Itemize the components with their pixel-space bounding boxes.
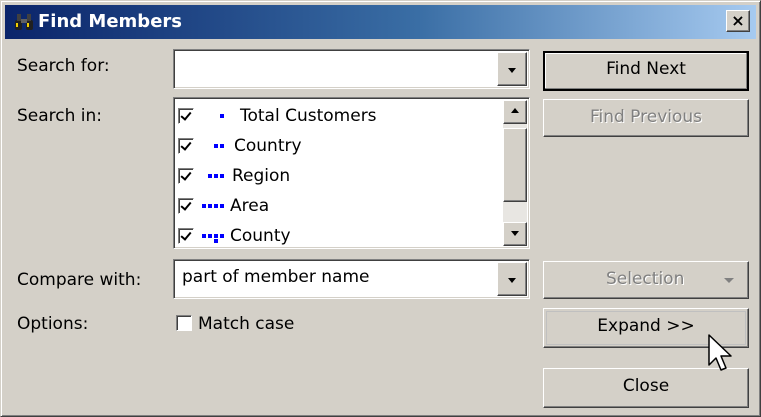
options-label: Options:: [17, 314, 89, 334]
scroll-down-icon[interactable]: [503, 222, 527, 246]
mouse-pointer-icon: [708, 334, 732, 371]
compare-with-value: part of member name: [182, 267, 370, 287]
chevron-down-icon: [724, 278, 734, 283]
level-checkbox[interactable]: [178, 168, 194, 184]
match-case-box[interactable]: [176, 315, 192, 331]
close-label: Close: [622, 376, 670, 396]
chevron-down-icon[interactable]: [497, 52, 527, 86]
find-members-dialog: Find Members × Search for: Search in: To…: [0, 0, 761, 417]
compare-with-dropdown[interactable]: part of member name: [173, 259, 530, 299]
level-label: Country: [234, 136, 302, 156]
search-for-combobox[interactable]: [173, 49, 530, 89]
binoculars-icon: [15, 14, 33, 30]
find-next-label: Find Next: [606, 59, 686, 79]
search-in-list[interactable]: Total Customers Country Region Area County: [173, 97, 530, 249]
close-icon: ×: [731, 11, 745, 30]
window-title: Find Members: [38, 11, 182, 32]
find-previous-label: Find Previous: [589, 107, 703, 127]
level-label: Total Customers: [240, 106, 377, 126]
level-checkbox[interactable]: [178, 198, 194, 214]
match-case-label: Match case: [198, 314, 295, 334]
level-label: Region: [232, 166, 291, 186]
level-checkbox[interactable]: [178, 138, 194, 154]
selection-label: Selection: [606, 269, 685, 289]
find-next-button[interactable]: Find Next: [543, 51, 749, 91]
match-case-checkbox[interactable]: Match case: [176, 312, 316, 338]
expand-label: Expand >>: [597, 316, 695, 336]
search-in-label: Search in:: [17, 106, 103, 126]
level-checkbox[interactable]: [178, 228, 194, 244]
compare-with-label: Compare with:: [17, 270, 142, 290]
title-bar[interactable]: Find Members ×: [5, 5, 756, 39]
level-label: County: [230, 226, 291, 246]
scroll-up-icon[interactable]: [503, 100, 527, 124]
level-label: Area: [230, 196, 270, 216]
level-checkbox[interactable]: [178, 108, 194, 124]
search-for-label: Search for:: [17, 56, 110, 76]
chevron-down-icon[interactable]: [497, 262, 527, 296]
search-in-scrollbar[interactable]: [503, 100, 527, 246]
find-previous-button[interactable]: Find Previous: [543, 99, 749, 137]
scroll-thumb[interactable]: [503, 128, 527, 202]
close-window-button[interactable]: ×: [726, 10, 750, 32]
selection-button[interactable]: Selection: [543, 261, 749, 299]
